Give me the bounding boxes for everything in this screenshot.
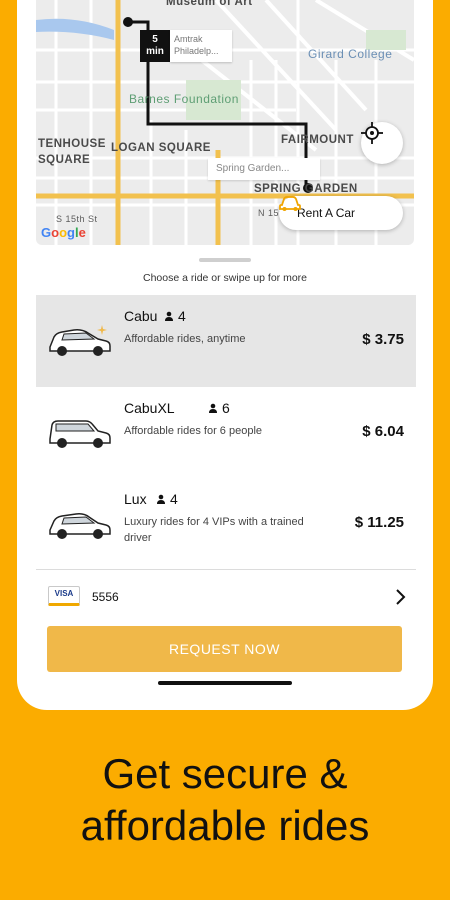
ride-price: $ 6.04: [362, 423, 404, 440]
map-label-fairmount: FAIRMOUNT: [281, 134, 354, 146]
google-letter: o: [51, 225, 60, 240]
eta-badge: 5 min: [140, 30, 170, 62]
eta-unit: min: [146, 46, 164, 57]
ride-seats: 4: [156, 491, 178, 507]
person-icon: [157, 494, 165, 504]
ride-seats: 4: [164, 308, 186, 324]
ride-price: $ 3.75: [362, 331, 404, 348]
phone-screen: Museum of Art Girard College Barnes Foun…: [17, 0, 433, 710]
google-letter: G: [41, 225, 52, 240]
home-indicator[interactable]: [158, 681, 292, 685]
crosshair-icon: [361, 122, 383, 144]
rent-a-car-button[interactable]: Rent A Car: [279, 196, 403, 230]
chevron-right-icon: [396, 589, 406, 605]
ride-description: Luxury rides for 4 VIPs with a trained d…: [124, 516, 304, 544]
sheet-drag-handle[interactable]: [199, 258, 251, 262]
pickup-label-line1: Amtrak: [174, 34, 203, 44]
map-label-museum: Museum of Art: [166, 0, 253, 8]
tagline-line1: Get secure &: [102, 750, 348, 797]
request-now-button[interactable]: REQUEST NOW: [47, 626, 402, 672]
locate-button[interactable]: [361, 122, 403, 164]
ride-option-lux[interactable]: Lux 4 Luxury rides for 4 VIPs with a tra…: [36, 478, 416, 570]
divider: [36, 569, 416, 570]
ride-seat-count: 4: [170, 491, 178, 507]
eta-value: 5: [152, 34, 158, 45]
ride-seats: 6: [208, 400, 230, 416]
ride-option-cabu[interactable]: Cabu 4 Affordable rides, anytime $ 3.75: [36, 295, 416, 387]
google-letter: g: [67, 225, 75, 240]
map-label-spring-garden: SPRING GARDEN: [254, 183, 358, 195]
ride-option-cabuxl[interactable]: CabuXL 6 Affordable rides for 6 people $…: [36, 387, 416, 479]
luxury-car-icon: [49, 513, 111, 539]
map-label-tenhouse: TENHOUSE: [38, 138, 106, 150]
map-label-barnes: Barnes Foundation: [129, 92, 239, 106]
map-label-square: SQUARE: [38, 154, 91, 166]
person-icon: [165, 311, 173, 321]
visa-card-icon: VISA: [48, 586, 80, 606]
rent-a-car-label: Rent A Car: [297, 206, 356, 220]
google-letter: e: [78, 225, 86, 240]
pickup-label: Amtrak Philadelp...: [170, 30, 232, 62]
ride-name: CabuXL: [124, 400, 175, 416]
map-label-logan: LOGAN SQUARE: [111, 142, 211, 154]
map-view[interactable]: Museum of Art Girard College Barnes Foun…: [36, 0, 414, 245]
ride-seat-count: 6: [222, 400, 230, 416]
ride-seat-count: 4: [178, 308, 186, 324]
map-label-street: S 15th St: [56, 214, 98, 224]
ride-description: Affordable rides, anytime: [124, 333, 246, 345]
ride-name: Lux: [124, 491, 147, 507]
map-label-girard: Girard College: [308, 47, 393, 61]
google-letter: o: [59, 225, 68, 240]
person-icon: [209, 403, 217, 413]
ride-hint: Choose a ride or swipe up for more: [143, 272, 307, 284]
ride-price: $ 11.25: [354, 514, 404, 531]
pickup-label-line2: Philadelp...: [174, 46, 219, 56]
suv-icon: [49, 420, 111, 448]
dropoff-label: Spring Garden...: [208, 158, 320, 180]
car-icon: [279, 196, 301, 211]
ride-description: Affordable rides for 6 people: [124, 425, 262, 437]
promo-tagline: Get secure & affordable rides: [0, 748, 450, 852]
google-logo: Google: [41, 225, 86, 240]
sedan-icon: [49, 325, 111, 356]
tagline-line2: affordable rides: [80, 802, 370, 849]
card-number: 5556: [92, 590, 119, 604]
payment-method-row[interactable]: VISA 5556: [36, 580, 416, 614]
ride-name: Cabu: [124, 308, 158, 324]
